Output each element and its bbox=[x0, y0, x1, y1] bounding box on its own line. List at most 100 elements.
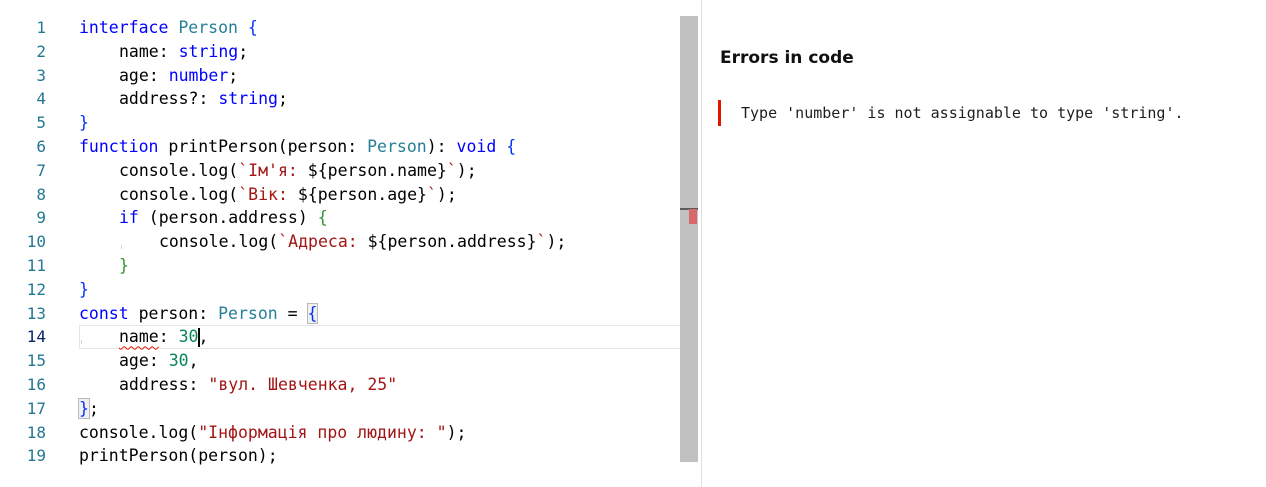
token-property: age bbox=[119, 351, 149, 371]
error-message: Type 'number' is not assignable to type … bbox=[741, 104, 1184, 122]
code-area[interactable]: interface Person { name: string; age: nu… bbox=[78, 16, 678, 468]
code-line[interactable]: } bbox=[79, 111, 678, 135]
token-brace: } bbox=[79, 113, 89, 133]
vertical-scrollbar[interactable] bbox=[680, 16, 698, 462]
token-keyword: function bbox=[79, 136, 159, 156]
token-brace: } bbox=[119, 255, 129, 275]
code-line[interactable]: age: 30, bbox=[79, 349, 678, 373]
token-semicolon: ; bbox=[238, 41, 249, 61]
token-type-keyword: string bbox=[178, 41, 239, 61]
token-number: 30 bbox=[178, 327, 199, 347]
token-type-keyword: string bbox=[218, 89, 278, 109]
code-line[interactable]: interface Person { bbox=[79, 16, 678, 40]
token-colon: : bbox=[158, 327, 179, 347]
token-colon: : bbox=[148, 351, 169, 371]
token-punctuation: ); bbox=[546, 232, 567, 252]
code-editor[interactable]: 1 2 3 4 5 6 7 8 9 10 11 12 13 14 15 16 1… bbox=[0, 0, 700, 487]
token-keyword: const bbox=[79, 303, 129, 323]
error-indicator bbox=[718, 100, 721, 126]
line-number: 12 bbox=[26, 279, 46, 299]
line-number: 15 bbox=[26, 351, 46, 371]
token-template-expr: ${person.age} bbox=[297, 184, 427, 204]
token-semicolon: ; bbox=[88, 398, 99, 418]
token-call: console.log( bbox=[159, 232, 279, 252]
token-call: console.log( bbox=[79, 422, 199, 442]
token-template-expr: ${person.address} bbox=[367, 232, 537, 252]
line-number: 5 bbox=[36, 113, 46, 133]
token-brace: { bbox=[317, 208, 328, 228]
code-line[interactable]: console.log(`Ім'я: ${person.name}`); bbox=[79, 159, 678, 183]
code-line[interactable]: printPerson(person); bbox=[79, 444, 678, 468]
code-line[interactable]: age: number; bbox=[79, 64, 678, 88]
error-squiggle[interactable]: name bbox=[119, 327, 159, 346]
line-number-gutter: 1 2 3 4 5 6 7 8 9 10 11 12 13 14 15 16 1… bbox=[0, 16, 58, 468]
token-colon: : bbox=[188, 374, 209, 394]
token-type: Person bbox=[218, 303, 278, 323]
code-line[interactable]: name: string; bbox=[79, 40, 678, 64]
line-number-active: 14 bbox=[26, 327, 46, 347]
code-line[interactable]: console.log("Інформація про людину: "); bbox=[79, 421, 678, 445]
code-line[interactable]: } bbox=[79, 254, 678, 278]
token-punctuation: ); bbox=[436, 184, 457, 204]
token-brace: { bbox=[496, 136, 517, 156]
line-number: 19 bbox=[26, 446, 46, 466]
token-number: 30 bbox=[168, 351, 189, 371]
code-line[interactable]: function printPerson(person: Person): vo… bbox=[79, 135, 678, 159]
code-line[interactable]: } bbox=[79, 278, 678, 302]
token-brace: { bbox=[237, 18, 258, 37]
token-punctuation: ); bbox=[456, 160, 477, 180]
code-line[interactable]: address: "вул. Шевченка, 25" bbox=[79, 373, 678, 397]
code-line-current[interactable]: name: 30, bbox=[79, 325, 698, 349]
token-colon: : bbox=[148, 65, 169, 85]
line-number: 8 bbox=[36, 184, 46, 204]
token-call: console.log( bbox=[119, 184, 239, 204]
token-comma: , bbox=[188, 351, 199, 371]
token-keyword: void bbox=[456, 136, 497, 156]
token-template-string: `Вік: bbox=[238, 184, 298, 204]
token-keyword: if bbox=[119, 208, 139, 228]
token-property: address? bbox=[119, 89, 199, 109]
token-property: age bbox=[119, 65, 149, 85]
token-template-string: ` bbox=[426, 184, 437, 204]
token-function-signature: printPerson(person: bbox=[158, 136, 368, 156]
token-condition: (person.address) bbox=[138, 208, 318, 228]
line-number: 6 bbox=[36, 136, 46, 156]
line-number: 11 bbox=[26, 255, 46, 275]
scrollbar-error-marker bbox=[689, 209, 697, 224]
token-punctuation: ): bbox=[426, 136, 457, 156]
token-template-expr: ${person.name} bbox=[307, 160, 447, 180]
token-colon: : bbox=[158, 41, 179, 61]
line-number: 18 bbox=[26, 422, 46, 442]
code-line[interactable]: }; bbox=[78, 397, 678, 421]
line-number: 16 bbox=[26, 374, 46, 394]
code-line[interactable]: console.log(`Вік: ${person.age}`); bbox=[79, 183, 678, 207]
line-number: 9 bbox=[36, 208, 46, 228]
token-type: Person bbox=[367, 136, 427, 156]
line-number: 4 bbox=[36, 89, 46, 109]
token-template-string: `Ім'я: bbox=[238, 160, 308, 180]
token-call: console.log( bbox=[119, 160, 239, 180]
token-string: "Інформація про людину: " bbox=[198, 422, 447, 442]
error-list-item[interactable]: Type 'number' is not assignable to type … bbox=[718, 100, 1184, 126]
token-operator: = bbox=[277, 303, 308, 323]
token-type-keyword: number bbox=[168, 65, 229, 85]
token-type: Person bbox=[178, 18, 238, 37]
line-number: 17 bbox=[26, 398, 46, 418]
token-call: printPerson(person); bbox=[79, 446, 278, 466]
token-comma: , bbox=[198, 327, 209, 347]
errors-panel-title: Errors in code bbox=[720, 48, 854, 68]
token-brace-matched: { bbox=[306, 302, 319, 324]
line-number: 1 bbox=[36, 18, 46, 37]
code-line[interactable]: const person: Person = { bbox=[79, 302, 678, 326]
token-template-string: ` bbox=[446, 160, 457, 180]
code-line[interactable]: if (person.address) { bbox=[79, 206, 678, 230]
code-line[interactable]: console.log(`Адреса: ${person.address}`)… bbox=[79, 230, 678, 254]
line-number: 13 bbox=[26, 303, 46, 323]
code-line[interactable]: address?: string; bbox=[79, 87, 678, 111]
token-colon: : bbox=[198, 89, 219, 109]
token-brace-matched: } bbox=[78, 397, 90, 419]
token-identifier: person: bbox=[128, 303, 219, 323]
token-semicolon: ; bbox=[277, 89, 288, 109]
line-number: 7 bbox=[36, 160, 46, 180]
